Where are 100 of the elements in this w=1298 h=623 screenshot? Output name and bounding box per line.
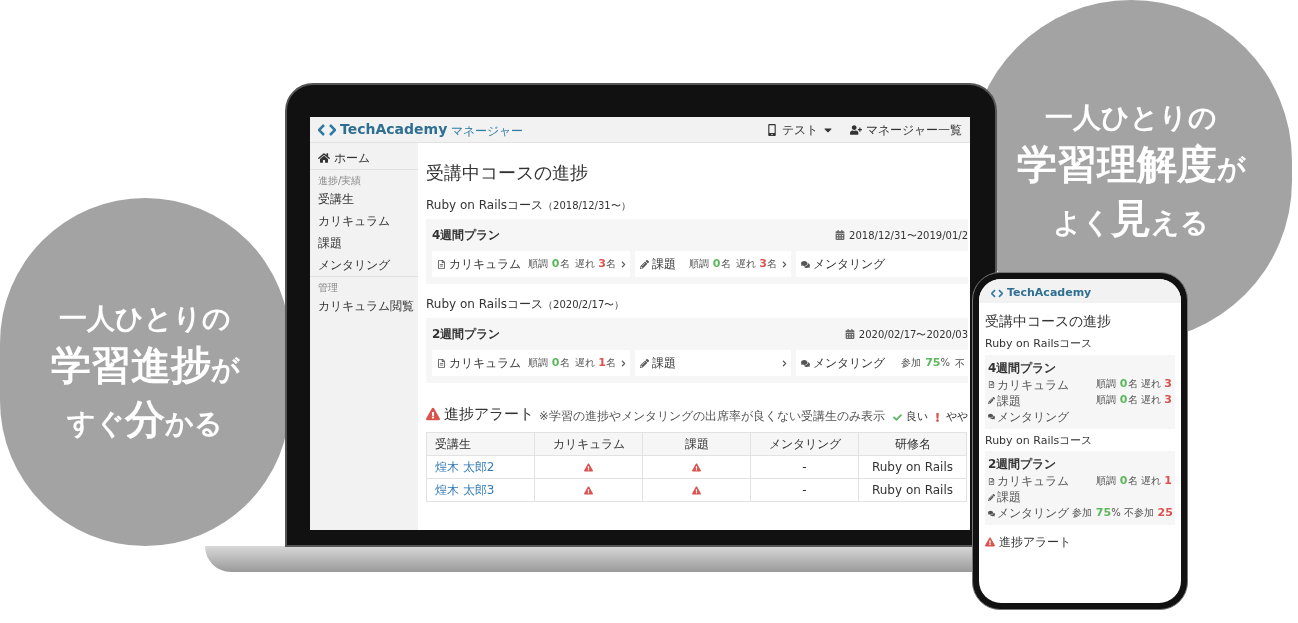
table-cell: - (750, 455, 859, 478)
document-icon (437, 259, 446, 269)
page-title: 受講中コースの進捗 (426, 161, 589, 185)
summary-card[interactable]: メンタリング (796, 251, 968, 277)
card-label: メンタリング (997, 505, 1069, 522)
card-label: メンタリング (813, 355, 885, 372)
card-label: カリキュラム (449, 355, 521, 372)
calendar-icon (835, 230, 846, 240)
calendar-icon (844, 329, 855, 339)
code-brackets-icon (991, 288, 1003, 298)
plan-dates: 2018/12/31〜2019/01/2 (835, 227, 968, 243)
nav-link[interactable]: マネージャー一覧 (850, 120, 962, 139)
stat-text: 遅れ 1 (1140, 472, 1172, 489)
pencil-icon (640, 259, 649, 269)
warning-icon (692, 485, 701, 495)
stat-text: 遅れ 3 (1140, 392, 1172, 409)
sidebar-section-label: 進捗/実績 (310, 169, 418, 188)
legend-label: 良い (906, 409, 928, 425)
callout-text: 一人ひとりの (59, 300, 231, 336)
warning-icon (426, 407, 440, 422)
exclamation-icon (933, 412, 942, 422)
sidebar-section-label: 管理 (310, 276, 418, 295)
stat-text: 順調 0名 (528, 255, 570, 272)
sidebar-item[interactable]: 受講生 (310, 188, 418, 210)
logo-text: TechAcademy (1007, 284, 1092, 301)
chevron-icon (620, 359, 627, 367)
summary-card[interactable]: 課題 (635, 350, 791, 376)
card-label: 課題 (997, 392, 1021, 410)
pencil-icon (988, 397, 995, 404)
table-cell: Ruby on Rails (858, 455, 967, 478)
column-header: カリキュラム (534, 432, 643, 455)
pencil-icon (988, 493, 995, 501)
stat-text: 不 (955, 356, 965, 371)
pencil-icon (640, 358, 649, 368)
sidebar-item[interactable]: カリキュラム閲覧 (310, 295, 418, 317)
card-label: メンタリング (997, 408, 1069, 426)
table-cell: - (750, 478, 859, 501)
warning-icon (985, 537, 995, 547)
user-plus-icon (850, 123, 862, 136)
callout-text: 学習進捗が (50, 340, 240, 390)
stat-text: 参加 75% (901, 354, 950, 371)
stat-text: 遅れ 3名 (735, 255, 777, 272)
stat-text: 遅れ 1名 (574, 354, 616, 371)
chat-icon (988, 413, 995, 420)
warning-icon (692, 462, 701, 472)
summary-card[interactable]: 課題 順調 0名 遅れ 3名 (635, 251, 791, 277)
document-icon (988, 381, 995, 388)
section-title: 進捗アラート (444, 404, 534, 425)
column-header: 研修名 (858, 432, 967, 455)
document-icon (437, 358, 446, 368)
phone-icon (766, 123, 778, 136)
course-heading: Ruby on Railsコース (985, 432, 1094, 449)
plan-name: 2週間プラン (988, 456, 1058, 473)
plan-name: 4週間プラン (432, 227, 501, 244)
logo-text: TechAcademy (340, 120, 448, 139)
plan-name: 4週間プラン (988, 359, 1058, 377)
home-icon (318, 152, 330, 164)
stat-text: 順調 0名 (1096, 472, 1138, 489)
stat-text: 順調 0名 (1096, 392, 1138, 409)
stat-text: 順調 0名 (528, 354, 570, 371)
legend-label: やや (946, 409, 968, 425)
callout-text: よく 見える (1053, 193, 1209, 243)
stat-text: 参加 75% (1072, 504, 1121, 521)
course-heading: Ruby on Railsコース（2018/12/31〜） (426, 197, 632, 214)
plan-name: 2週間プラン (432, 326, 501, 343)
code-brackets-icon (318, 123, 336, 136)
sidebar-item[interactable]: ホーム (310, 147, 418, 169)
chevron-icon (620, 260, 627, 268)
document-icon (988, 477, 995, 485)
callout-text: 一人ひとりの (1045, 99, 1217, 135)
chevron-icon (781, 359, 788, 367)
card-label: カリキュラム (997, 473, 1069, 490)
summary-card[interactable]: メンタリング 参加 75% 不 (796, 350, 968, 376)
column-header: 課題 (642, 432, 751, 455)
summary-card[interactable]: カリキュラム 順調 0名 遅れ 3名 (432, 251, 630, 277)
card-label: 課題 (652, 355, 676, 372)
stat-text: 遅れ 3名 (574, 255, 616, 272)
callout-text: 学習理解度が (1016, 139, 1246, 189)
course-heading: Ruby on Railsコース（2020/2/17〜） (426, 296, 626, 313)
warning-icon (584, 462, 593, 472)
column-header: メンタリング (750, 432, 859, 455)
callout-text: すぐ分かる (67, 394, 223, 444)
sidebar-item[interactable]: カリキュラム (310, 210, 418, 232)
course-heading: Ruby on Railsコース (985, 336, 1094, 352)
check-icon (893, 412, 902, 422)
chat-icon (801, 358, 810, 368)
table-cell: Ruby on Rails (858, 478, 967, 501)
warning-icon (584, 485, 593, 495)
chevron-icon (781, 260, 788, 268)
card-label: メンタリング (813, 256, 885, 273)
section-note: ※学習の進捗やメンタリングの出席率が良くない受講生のみ表示 (539, 408, 885, 426)
dropdown-menu[interactable]: テスト (766, 120, 834, 139)
stat-text: 順調 0名 (1096, 376, 1138, 393)
stat-text: 不参加 25 (1123, 504, 1173, 521)
column-header: 受講生 (426, 432, 535, 455)
sidebar-item[interactable]: 課題 (310, 232, 418, 254)
summary-card[interactable]: カリキュラム 順調 0名 遅れ 1名 (432, 350, 630, 376)
sidebar-item[interactable]: メンタリング (310, 254, 418, 276)
plan-dates: 2020/02/17〜2020/03 (844, 326, 968, 342)
card-label: カリキュラム (449, 256, 521, 273)
